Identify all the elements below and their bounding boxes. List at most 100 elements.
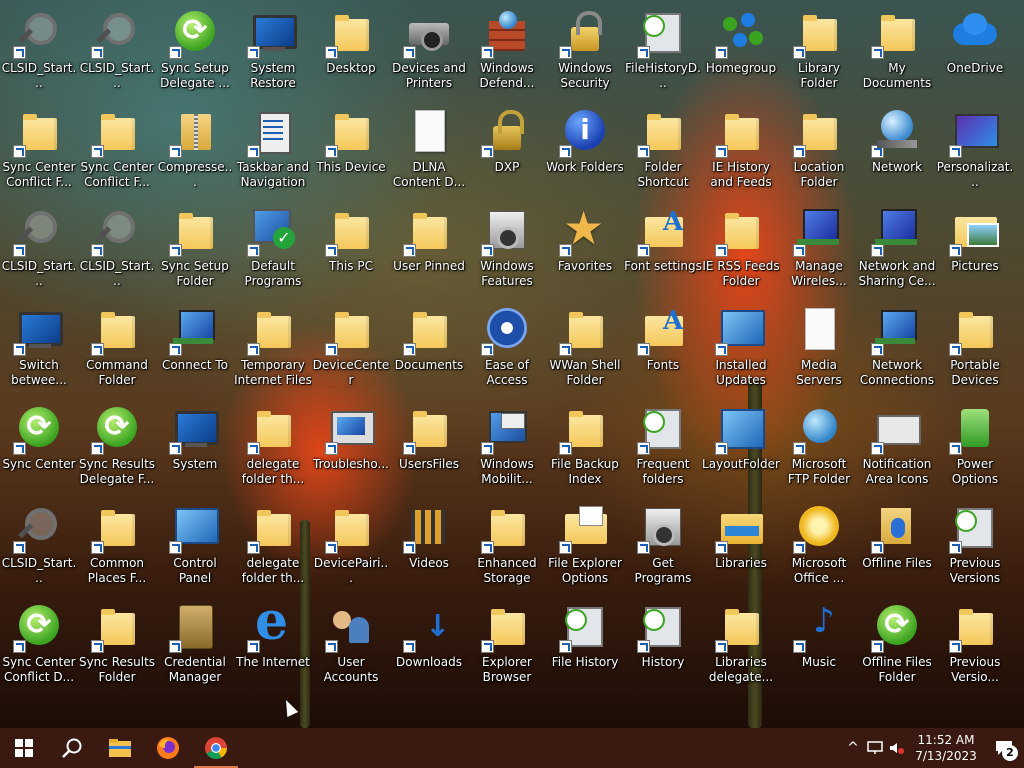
desktop-icon[interactable]: Library Folder — [780, 3, 858, 99]
desktop-icon[interactable]: Downloads — [390, 597, 468, 693]
desktop-icon[interactable]: System Restore — [234, 3, 312, 99]
desktop-icon[interactable]: Explorer Browser Res... — [468, 597, 546, 693]
desktop-icon[interactable]: delegate folder th... — [234, 399, 312, 495]
desktop-icon[interactable]: CLSID_Start... — [0, 3, 78, 99]
desktop-icon[interactable]: Connect To — [156, 300, 234, 396]
desktop-icon[interactable]: Network — [858, 102, 936, 198]
desktop-icon[interactable]: Troublesho... — [312, 399, 390, 495]
desktop-icon[interactable]: DeviceCenter Initialization — [312, 300, 390, 396]
desktop-icon[interactable]: Network Connections — [858, 300, 936, 396]
desktop-icon[interactable]: File History — [546, 597, 624, 693]
desktop-icon[interactable]: Folder Shortcut — [624, 102, 702, 198]
desktop-icon[interactable]: Offline Files — [858, 498, 936, 594]
desktop-icon[interactable]: Command Folder — [78, 300, 156, 396]
desktop-icon[interactable]: Sync Center Conflict F... — [0, 102, 78, 198]
desktop-icon[interactable]: Installed Updates — [702, 300, 780, 396]
desktop-icon[interactable]: OneDrive — [936, 3, 1014, 99]
desktop-icon[interactable]: Microsoft FTP Folder — [780, 399, 858, 495]
desktop-icon[interactable]: Frequent folders — [624, 399, 702, 495]
desktop-icon[interactable]: File Backup Index — [546, 399, 624, 495]
desktop-icon[interactable]: Libraries delegate... — [702, 597, 780, 693]
desktop-icon[interactable]: Offline Files Folder — [858, 597, 936, 693]
taskbar-file-explorer[interactable] — [96, 728, 144, 768]
desktop-icon[interactable]: CLSID_Start... — [0, 498, 78, 594]
desktop-icon[interactable]: Windows Security — [546, 3, 624, 99]
desktop-icon[interactable]: Windows Mobilit... — [468, 399, 546, 495]
desktop-icon[interactable]: History — [624, 597, 702, 693]
desktop-icon[interactable]: Common Places F... — [78, 498, 156, 594]
desktop-icon[interactable]: delegate folder th... — [234, 498, 312, 594]
desktop-icon[interactable]: Windows Defend... — [468, 3, 546, 99]
desktop[interactable]: CLSID_Start... Sync Center Conflict F... C… — [0, 0, 1024, 728]
desktop-icon[interactable]: DLNA Content D... — [390, 102, 468, 198]
desktop-icon[interactable]: UsersFiles — [390, 399, 468, 495]
desktop-icon[interactable]: Sync Results Folder — [78, 597, 156, 693]
clock[interactable]: 11:52 AM 7/13/2023 — [908, 732, 984, 764]
desktop-icon[interactable]: Compresse... — [156, 102, 234, 198]
network-icon[interactable] — [864, 728, 886, 768]
desktop-icon[interactable]: System — [156, 399, 234, 495]
desktop-icon[interactable]: CLSID_Start... — [78, 3, 156, 99]
desktop-icon[interactable]: Pictures — [936, 201, 1014, 297]
desktop-icon[interactable]: Fonts — [624, 300, 702, 396]
desktop-icon[interactable]: This Device — [312, 102, 390, 198]
desktop-icon[interactable]: Previous Versio... — [936, 597, 1014, 693]
desktop-icon[interactable]: DXP — [468, 102, 546, 198]
desktop-icon[interactable]: User Pinned — [390, 201, 468, 297]
desktop-icon[interactable]: Libraries — [702, 498, 780, 594]
desktop-icon[interactable]: Sync Results Delegate F... — [78, 399, 156, 495]
tray-chevron-icon[interactable]: ^ — [842, 728, 864, 768]
desktop-icon[interactable]: Get Programs — [624, 498, 702, 594]
desktop-icon[interactable]: CLSID_Start... — [0, 201, 78, 297]
action-center-button[interactable]: 2 — [984, 728, 1024, 768]
desktop-icon[interactable]: Manage Wireles... — [780, 201, 858, 297]
desktop-icon[interactable]: Portable Devices — [936, 300, 1014, 396]
desktop-icon[interactable]: User Accounts — [312, 597, 390, 693]
desktop-icon[interactable]: Personalizat... — [936, 102, 1014, 198]
desktop-icon[interactable]: Notification Area Icons — [858, 399, 936, 495]
desktop-icon[interactable]: Ease of Access Center — [468, 300, 546, 396]
desktop-icon[interactable]: Power Options — [936, 399, 1014, 495]
desktop-icon[interactable]: Desktop — [312, 3, 390, 99]
desktop-icon[interactable]: This PC — [312, 201, 390, 297]
desktop-icon[interactable]: Location Folder — [780, 102, 858, 198]
desktop-icon[interactable]: Microsoft Office ... — [780, 498, 858, 594]
desktop-icon[interactable]: LayoutFolder — [702, 399, 780, 495]
desktop-icon[interactable]: Videos — [390, 498, 468, 594]
desktop-icon[interactable]: Music — [780, 597, 858, 693]
desktop-icon[interactable]: Taskbar and Navigation — [234, 102, 312, 198]
desktop-icon[interactable]: Control Panel — [156, 498, 234, 594]
desktop-icon[interactable]: FileHistoryD... — [624, 3, 702, 99]
desktop-icon[interactable]: Sync Center Conflict D... — [0, 597, 78, 693]
desktop-icon[interactable]: Temporary Internet Files — [234, 300, 312, 396]
start-button[interactable] — [0, 728, 48, 768]
desktop-icon[interactable]: DevicePairi... Initialization — [312, 498, 390, 594]
desktop-icon[interactable]: Enhanced Storage Da... — [468, 498, 546, 594]
desktop-icon[interactable]: Sync Setup Folder — [156, 201, 234, 297]
desktop-icon[interactable]: Previous Versions — [936, 498, 1014, 594]
desktop-icon[interactable]: Switch betwee... — [0, 300, 78, 396]
desktop-icon[interactable]: Favorites — [546, 201, 624, 297]
taskbar-chrome[interactable] — [192, 728, 240, 768]
desktop-icon[interactable]: Sync Center Conflict F... — [78, 102, 156, 198]
taskbar-firefox[interactable] — [144, 728, 192, 768]
desktop-icon[interactable]: Work Folders — [546, 102, 624, 198]
desktop-icon[interactable]: Font settings — [624, 201, 702, 297]
desktop-icon[interactable]: Windows Features — [468, 201, 546, 297]
desktop-icon[interactable]: Network and Sharing Ce... — [858, 201, 936, 297]
desktop-icon[interactable]: IE History and Feeds Shell ... — [702, 102, 780, 198]
desktop-icon[interactable]: Homegroup — [702, 3, 780, 99]
desktop-icon[interactable]: Media Servers — [780, 300, 858, 396]
desktop-icon[interactable]: My Documents — [858, 3, 936, 99]
desktop-icon[interactable]: IE RSS Feeds Folder — [702, 201, 780, 297]
desktop-icon[interactable]: Devices and Printers — [390, 3, 468, 99]
desktop-icon[interactable]: CLSID_Start... — [78, 201, 156, 297]
desktop-icon[interactable]: Sync Setup Delegate ... — [156, 3, 234, 99]
desktop-icon[interactable]: Documents — [390, 300, 468, 396]
volume-muted-icon[interactable] — [886, 728, 908, 768]
desktop-icon[interactable]: Sync Center — [0, 399, 78, 495]
desktop-icon[interactable]: The Internet — [234, 591, 312, 693]
desktop-icon[interactable]: Default Programs — [234, 201, 312, 297]
search-button[interactable] — [48, 728, 96, 768]
desktop-icon[interactable]: File Explorer Options — [546, 498, 624, 594]
